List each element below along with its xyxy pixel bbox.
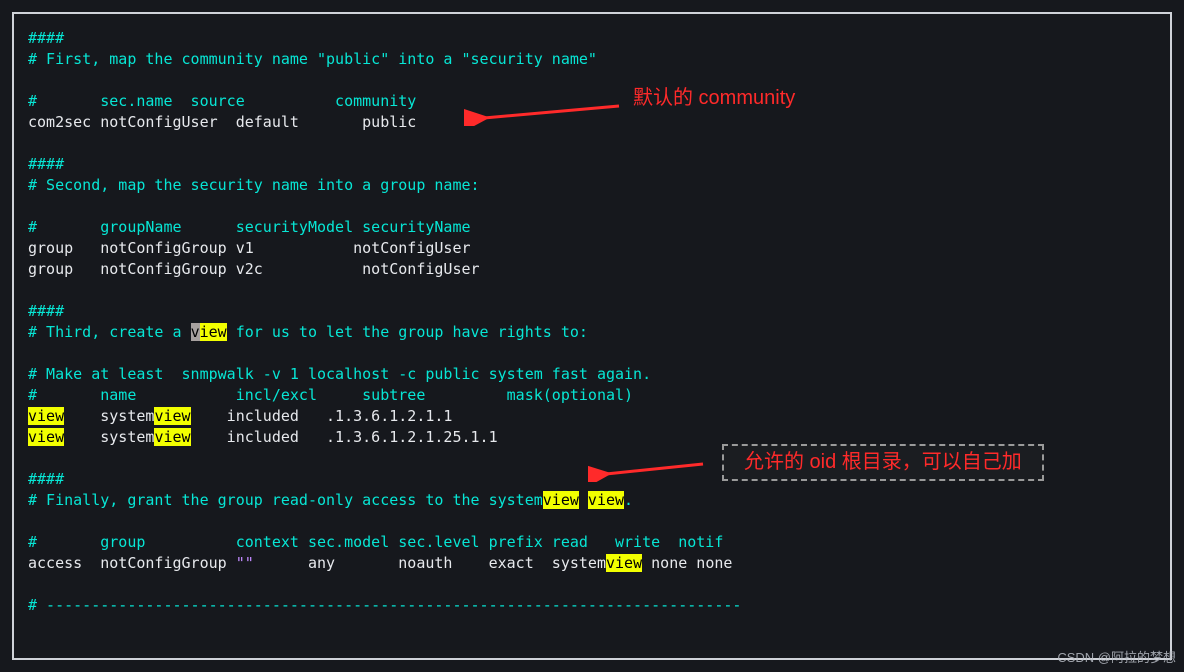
text: # Finally, grant the group read-only acc… (28, 491, 543, 509)
code-line: # Finally, grant the group read-only acc… (28, 491, 633, 509)
highlight: view (28, 407, 64, 425)
code-line: # group context sec.model sec.level pref… (28, 533, 723, 551)
highlight: iew (200, 323, 227, 341)
code-line: #### (28, 155, 64, 173)
code-line: # --------------------------------------… (28, 596, 741, 614)
code-line: # groupName securityModel securityName (28, 218, 471, 236)
text: access notConfigGroup (28, 554, 236, 572)
code-line: # name incl/excl subtree mask(optional) (28, 386, 633, 404)
watermark: CSDN @阿拉的梦想 (1057, 647, 1176, 668)
text: none none (642, 554, 732, 572)
text: included .1.3.6.1.2.1.1 (191, 407, 453, 425)
code-line: view systemview included .1.3.6.1.2.1.25… (28, 428, 498, 446)
text (579, 491, 588, 509)
highlight: view (543, 491, 579, 509)
text: included .1.3.6.1.2.1.25.1.1 (191, 428, 498, 446)
highlight: v (191, 323, 200, 341)
code-line: #### (28, 470, 64, 488)
text: any noauth exact system (254, 554, 606, 572)
code-line: # Second, map the security name into a g… (28, 176, 480, 194)
text: # Third, create a (28, 323, 191, 341)
quoted-string: "" (236, 554, 254, 572)
code-line: # First, map the community name "public"… (28, 50, 597, 68)
code-line: # sec.name source community (28, 92, 416, 110)
code-frame: #### # First, map the community name "pu… (12, 12, 1172, 660)
code-line: # Make at least snmpwalk -v 1 localhost … (28, 365, 651, 383)
config-code: #### # First, map the community name "pu… (28, 28, 1156, 616)
code-line: #### (28, 302, 64, 320)
code-line: view systemview included .1.3.6.1.2.1.1 (28, 407, 452, 425)
code-line: group notConfigGroup v2c notConfigUser (28, 260, 480, 278)
highlight: view (28, 428, 64, 446)
highlight: view (154, 407, 190, 425)
text: system (64, 428, 154, 446)
code-line: com2sec notConfigUser default public (28, 113, 416, 131)
highlight: view (588, 491, 624, 509)
code-line: group notConfigGroup v1 notConfigUser (28, 239, 471, 257)
text: for us to let the group have rights to: (227, 323, 588, 341)
code-line: access notConfigGroup "" any noauth exac… (28, 554, 732, 572)
text: system (64, 407, 154, 425)
text: . (624, 491, 633, 509)
code-line: # Third, create a view for us to let the… (28, 323, 588, 341)
highlight: view (606, 554, 642, 572)
code-line: #### (28, 29, 64, 47)
highlight: view (154, 428, 190, 446)
